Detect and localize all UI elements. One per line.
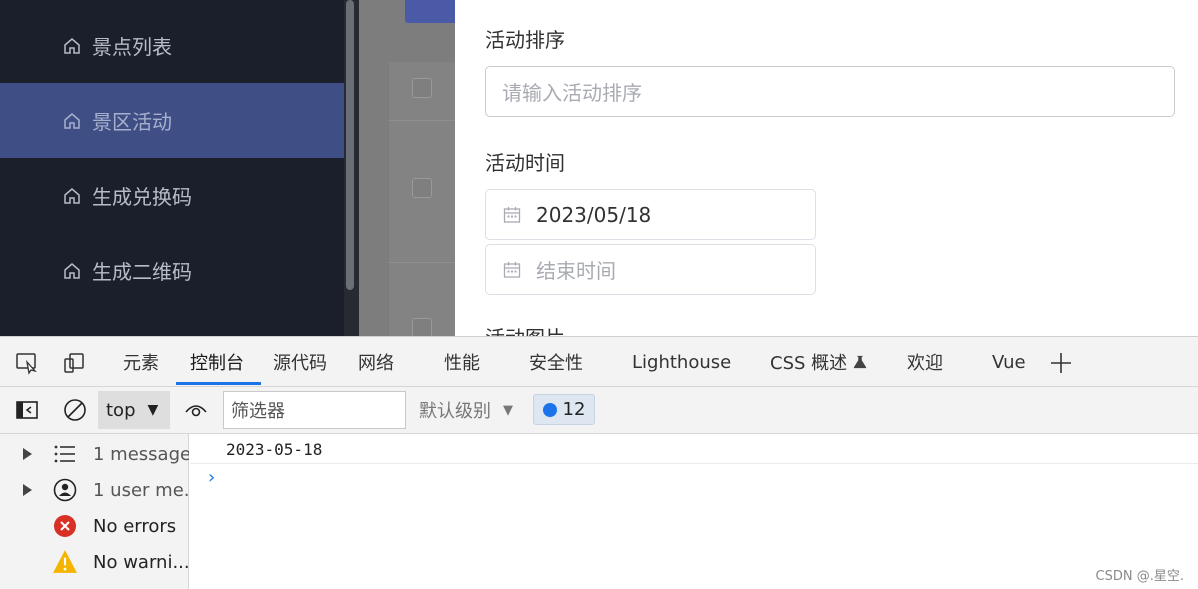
sidebar-item-label: 景点列表 — [92, 35, 172, 59]
home-icon — [62, 36, 82, 56]
tab-security[interactable]: 安全性 — [529, 337, 583, 387]
sidebar-item-label: 1 user me... — [93, 479, 189, 501]
sidebar-item-errors[interactable]: No errors — [0, 508, 189, 544]
row-checkbox[interactable] — [412, 178, 432, 198]
devtools-tab-bar: 元素 控制台 源代码 网络 性能 安全性 Lighthouse CSS 概述 欢… — [0, 337, 1198, 387]
log-level-select[interactable]: 默认级别 ▼ — [419, 391, 513, 429]
sidebar-item-warnings[interactable]: No warni... — [0, 544, 189, 580]
issues-counter-badge[interactable]: 12 — [533, 394, 595, 425]
issues-count: 12 — [562, 399, 586, 420]
console-toolbar: top ▼ 筛选器 默认级别 ▼ 12 — [0, 387, 1198, 434]
dropdown-caret-icon: ▼ — [147, 402, 159, 418]
sidebar-item-messages[interactable]: 1 message — [0, 436, 189, 472]
home-icon — [62, 261, 82, 281]
dropdown-caret-icon: ▼ — [503, 402, 513, 418]
table-row-divider — [389, 120, 455, 121]
start-date-input[interactable]: 2023/05/18 — [485, 189, 816, 240]
sidebar-item-scenic-list[interactable]: 景点列表 — [0, 8, 344, 83]
calendar-icon — [502, 260, 522, 280]
activity-table — [389, 62, 455, 336]
tab-sources[interactable]: 源代码 — [273, 337, 327, 387]
console-prompt-icon[interactable]: › — [208, 467, 215, 488]
sidebar-item-generate-code[interactable]: 生成兑换码 — [0, 158, 344, 233]
tab-network[interactable]: 网络 — [358, 337, 394, 387]
sidebar-item-scenic-activity[interactable]: 景区活动 — [0, 83, 344, 158]
error-icon — [52, 513, 78, 539]
console-sidebar: 1 message 1 user me... No errors No wa — [0, 434, 189, 589]
expand-triangle-icon — [23, 448, 32, 460]
sort-input[interactable]: 请输入活动排序 — [485, 66, 1175, 117]
home-icon — [62, 111, 82, 131]
sidebar-item-label: No warni... — [93, 551, 189, 573]
clear-console-icon[interactable] — [63, 398, 87, 422]
end-date-input[interactable]: 结束时间 — [485, 244, 816, 295]
sort-label: 活动排序 — [485, 28, 565, 52]
device-emulation-icon[interactable] — [62, 351, 86, 375]
tab-css-overview-label: CSS 概述 — [770, 353, 848, 374]
image-label: 活动图片 — [485, 322, 565, 336]
warning-icon — [52, 549, 78, 575]
sidebar-item-label: 1 message — [93, 443, 189, 465]
sort-placeholder: 请输入活动排序 — [502, 81, 642, 105]
active-tab-indicator — [176, 382, 261, 385]
sidebar-item-label: 生成兑换码 — [92, 185, 192, 209]
sidebar-item-generate-qrcode[interactable]: 生成二维码 — [0, 233, 344, 308]
console-output: 2023-05-18 › CSDN @.星空. — [190, 434, 1198, 589]
issue-icon — [542, 402, 557, 417]
sidebar-item-user-messages[interactable]: 1 user me... — [0, 472, 189, 508]
select-all-checkbox[interactable] — [412, 78, 432, 98]
log-separator — [190, 463, 1198, 464]
list-icon — [52, 441, 78, 467]
end-date-placeholder: 结束时间 — [536, 259, 616, 283]
time-label: 活动时间 — [485, 151, 565, 175]
live-expression-eye-icon[interactable] — [184, 398, 208, 422]
sidebar-toggle-icon[interactable] — [15, 398, 39, 422]
sidebar-item-label: 景区活动 — [92, 110, 172, 134]
filter-input[interactable]: 筛选器 — [223, 391, 406, 429]
row-checkbox[interactable] — [412, 318, 432, 336]
tab-lighthouse[interactable]: Lighthouse — [632, 337, 731, 387]
console-log-message: 2023-05-18 — [226, 440, 323, 459]
start-date-value: 2023/05/18 — [536, 202, 652, 227]
tab-console[interactable]: 控制台 — [190, 337, 244, 387]
table-row-divider — [389, 262, 455, 263]
sidebar-menu: 景点列表 景区活动 生成兑换码 生成二维码 — [0, 0, 344, 336]
devtools-panel: 元素 控制台 源代码 网络 性能 安全性 Lighthouse CSS 概述 欢… — [0, 336, 1198, 589]
watermark: CSDN @.星空. — [1095, 569, 1184, 584]
tab-vue[interactable]: Vue — [992, 337, 1026, 387]
sidebar-item-label: No errors — [93, 515, 177, 537]
inspect-element-icon[interactable] — [15, 351, 39, 375]
context-select[interactable]: top ▼ — [98, 391, 170, 429]
tab-performance[interactable]: 性能 — [444, 337, 480, 387]
more-tabs-plus-icon[interactable] — [1049, 351, 1073, 375]
tab-css-overview[interactable]: CSS 概述 — [770, 337, 867, 387]
tab-elements[interactable]: 元素 — [123, 337, 159, 387]
log-level-value: 默认级别 — [419, 401, 491, 422]
expand-triangle-icon — [23, 484, 32, 496]
context-value: top — [106, 399, 136, 421]
calendar-icon — [502, 205, 522, 225]
home-icon — [62, 186, 82, 206]
content-overlay — [359, 0, 465, 336]
flask-icon — [853, 354, 867, 370]
sidebar-scrollbar[interactable] — [346, 0, 354, 290]
activity-dialog: 活动排序 请输入活动排序 活动时间 2023/05/18 结束时间 活动图片 — [455, 0, 1198, 336]
app-area: 景点列表 景区活动 生成兑换码 生成二维码 活动排序 请输入活动排序 活动时间 … — [0, 0, 1198, 336]
tab-welcome[interactable]: 欢迎 — [907, 337, 943, 387]
filter-placeholder: 筛选器 — [231, 401, 285, 422]
sidebar-item-label: 生成二维码 — [92, 260, 192, 284]
user-icon — [52, 477, 78, 503]
